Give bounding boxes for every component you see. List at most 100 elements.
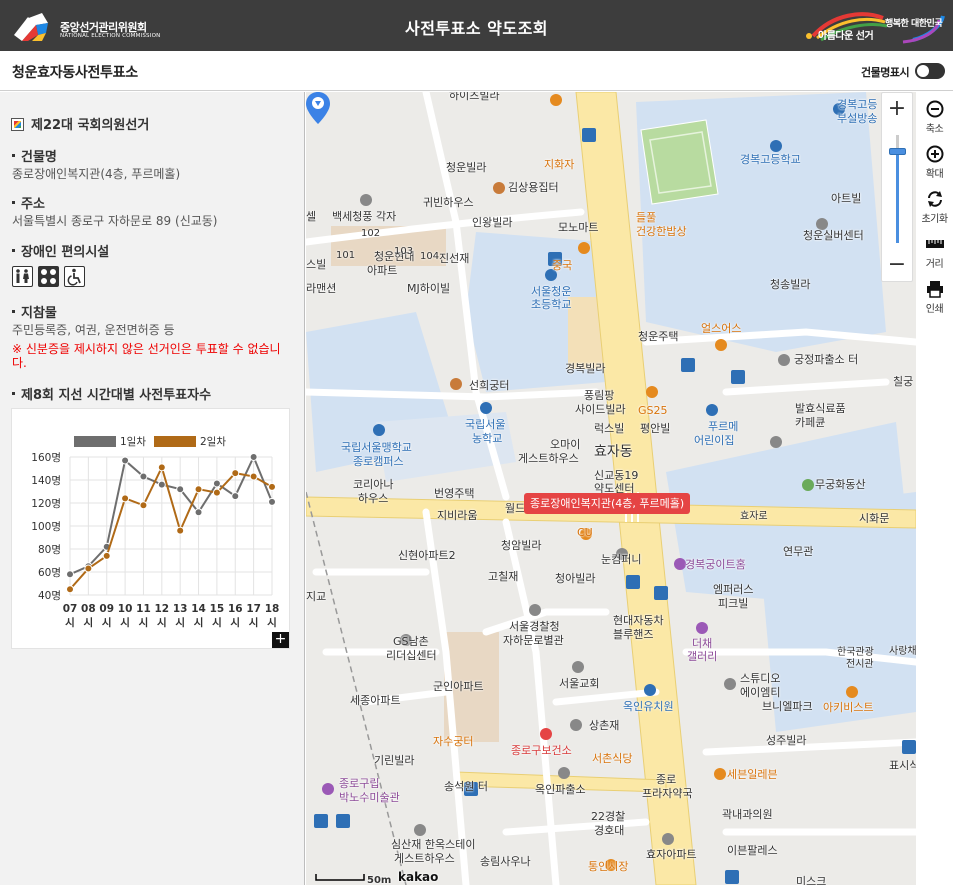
- map-label: 하우스: [358, 492, 389, 505]
- zoom-control: + −: [881, 92, 913, 282]
- map-label: 서울경찰청: [509, 620, 560, 633]
- chart-x-tick-suffix: 시: [175, 617, 185, 629]
- chart-x-tick-suffix: 시: [65, 617, 75, 629]
- chart-x-tick-suffix: 시: [230, 617, 240, 629]
- building-value: 종로장애인복지관(4층, 푸르메홀): [12, 167, 181, 181]
- chart-series-line: [69, 464, 273, 590]
- chart-data-point: [176, 526, 185, 535]
- map-label: 하이츠빌라: [449, 92, 500, 102]
- reset-tool[interactable]: 초기화: [916, 190, 953, 225]
- plus-circle-icon: [926, 145, 943, 163]
- zoom-out-button[interactable]: −: [882, 253, 912, 277]
- zoom-slider-handle[interactable]: [889, 148, 906, 155]
- election-title: 제22대 국회의원선거: [11, 114, 149, 133]
- map-view[interactable]: 하이츠빌라 지화자 청운빌라 김상용집터 귀빈하우스 인왕빌라 모노마트 백세청…: [306, 92, 916, 885]
- zoom-in-tool[interactable]: 확대: [916, 145, 953, 180]
- chart-data-point: [268, 482, 276, 491]
- map-label: 푸르메: [708, 420, 739, 433]
- map-label: 부설방송: [837, 112, 878, 125]
- map-label: 라맨션: [306, 282, 337, 295]
- map-label: 얼스어스: [701, 322, 742, 335]
- map-label: 상촌재: [589, 719, 620, 732]
- map-label: 청운주택: [638, 330, 679, 343]
- minus-circle-icon: [926, 100, 943, 118]
- map-label: 국립서울맹학교: [341, 441, 412, 454]
- map-label: 효자아파트: [646, 848, 697, 861]
- map-label: 청송빌라: [770, 278, 811, 291]
- kakao-logo[interactable]: kakao: [398, 871, 438, 884]
- chart-data-point: [268, 497, 276, 506]
- polling-place-name: 청운효자동사전투표소: [12, 65, 138, 81]
- map-label: 들풀: [636, 211, 657, 224]
- map-label: 사이드빌라: [575, 403, 626, 416]
- map-label: 전시관: [846, 659, 874, 670]
- map-label: 모노마트: [558, 221, 599, 234]
- map-label: 아트빌: [831, 192, 862, 205]
- map-label: 종로구립: [339, 777, 380, 790]
- zoom-in-button[interactable]: +: [882, 97, 912, 121]
- map-label: 송림사우나: [480, 855, 531, 868]
- map-label: 더채: [692, 637, 713, 650]
- map-label: 지비라움: [437, 509, 478, 522]
- map-label: 효자로: [740, 511, 768, 522]
- map-label: GS25: [638, 404, 668, 417]
- map-label: 미스크: [796, 875, 827, 885]
- map-label: 기린빌라: [374, 754, 415, 767]
- chart-x-tick-label: 07: [63, 603, 78, 615]
- chart-x-tick-suffix: 시: [102, 617, 112, 629]
- map-label: 브니엘파크: [762, 700, 813, 713]
- slogan-right: 행복한 대한민국: [885, 19, 943, 29]
- slogan-logo: 아름다운 선거 행복한 대한민국: [803, 10, 948, 44]
- chart-data-point: [249, 472, 258, 481]
- map-label: CU: [577, 526, 593, 539]
- printer-icon: [926, 281, 943, 298]
- map-label: 자하문로별관: [503, 634, 564, 647]
- map-label: 종로구보건소: [511, 744, 572, 757]
- chart-data-point: [84, 564, 93, 573]
- chart-data-point: [231, 492, 240, 501]
- map-label: 표시식: [889, 759, 916, 772]
- map-label: 지교: [306, 590, 327, 603]
- map-label: 사랑채: [889, 646, 916, 657]
- map-pin-icon[interactable]: [306, 92, 330, 124]
- chart-x-tick-suffix: 시: [139, 617, 149, 629]
- map-label: 통인시장: [588, 860, 629, 873]
- wheelchair-icon: [64, 266, 85, 287]
- map-label: 시화문: [859, 512, 890, 525]
- zoom-out-tool[interactable]: 축소: [916, 100, 953, 135]
- turnout-chart-card: 40명 60명 80명 100명 120명 140명 160명 07 시 08 시 09 시 10 시 11 시…: [11, 408, 290, 649]
- map-label: 고칠재: [488, 570, 519, 583]
- building-name-toggle[interactable]: [915, 63, 945, 79]
- map-label: 서촌식당: [592, 752, 633, 765]
- map-label: 종로캠퍼스: [353, 455, 404, 468]
- chart-x-tick-suffix: 시: [120, 617, 130, 629]
- map-label: 갤러리: [687, 650, 718, 663]
- map-label: 피크빌: [718, 597, 749, 610]
- chart-x-tick-suffix: 시: [84, 617, 94, 629]
- map-label: 선희궁터: [469, 379, 510, 392]
- map-label: 게스트하우스: [394, 852, 455, 865]
- chart-legend-label: 2일차: [200, 435, 226, 448]
- map-label: 초등학교: [531, 298, 572, 311]
- chart-x-tick-label: 11: [136, 603, 151, 615]
- building-name-toggle-label: 건물명표시: [861, 66, 910, 79]
- chart-x-tick-label: 10: [118, 603, 133, 615]
- map-label: 무궁화동산: [815, 478, 866, 491]
- selected-place-bubble[interactable]: 종로장애인복지관(4층, 푸르메홀): [524, 493, 691, 514]
- distance-tool[interactable]: 거리: [916, 235, 953, 270]
- print-tool[interactable]: 인쇄: [916, 280, 953, 315]
- chart-data-point: [66, 585, 74, 594]
- map-label: 오마이: [550, 438, 581, 451]
- map-label: 22경찰: [591, 810, 626, 823]
- chart-x-tick-label: 08: [81, 603, 96, 615]
- chart-heading: 제8회 지선 시간대별 사전투표자수: [12, 384, 211, 403]
- chart-data-point: [231, 469, 240, 478]
- map-label: 옥인파출소: [535, 783, 586, 796]
- election-badge-icon: [11, 118, 24, 131]
- chart-x-tick-label: 13: [173, 603, 188, 615]
- chart-x-tick-label: 18: [265, 603, 280, 615]
- map-label: 청운실버센터: [803, 229, 864, 242]
- chart-data-point: [249, 453, 258, 461]
- chart-x-tick-suffix: 시: [267, 617, 277, 629]
- chart-expand-button[interactable]: +: [272, 632, 289, 648]
